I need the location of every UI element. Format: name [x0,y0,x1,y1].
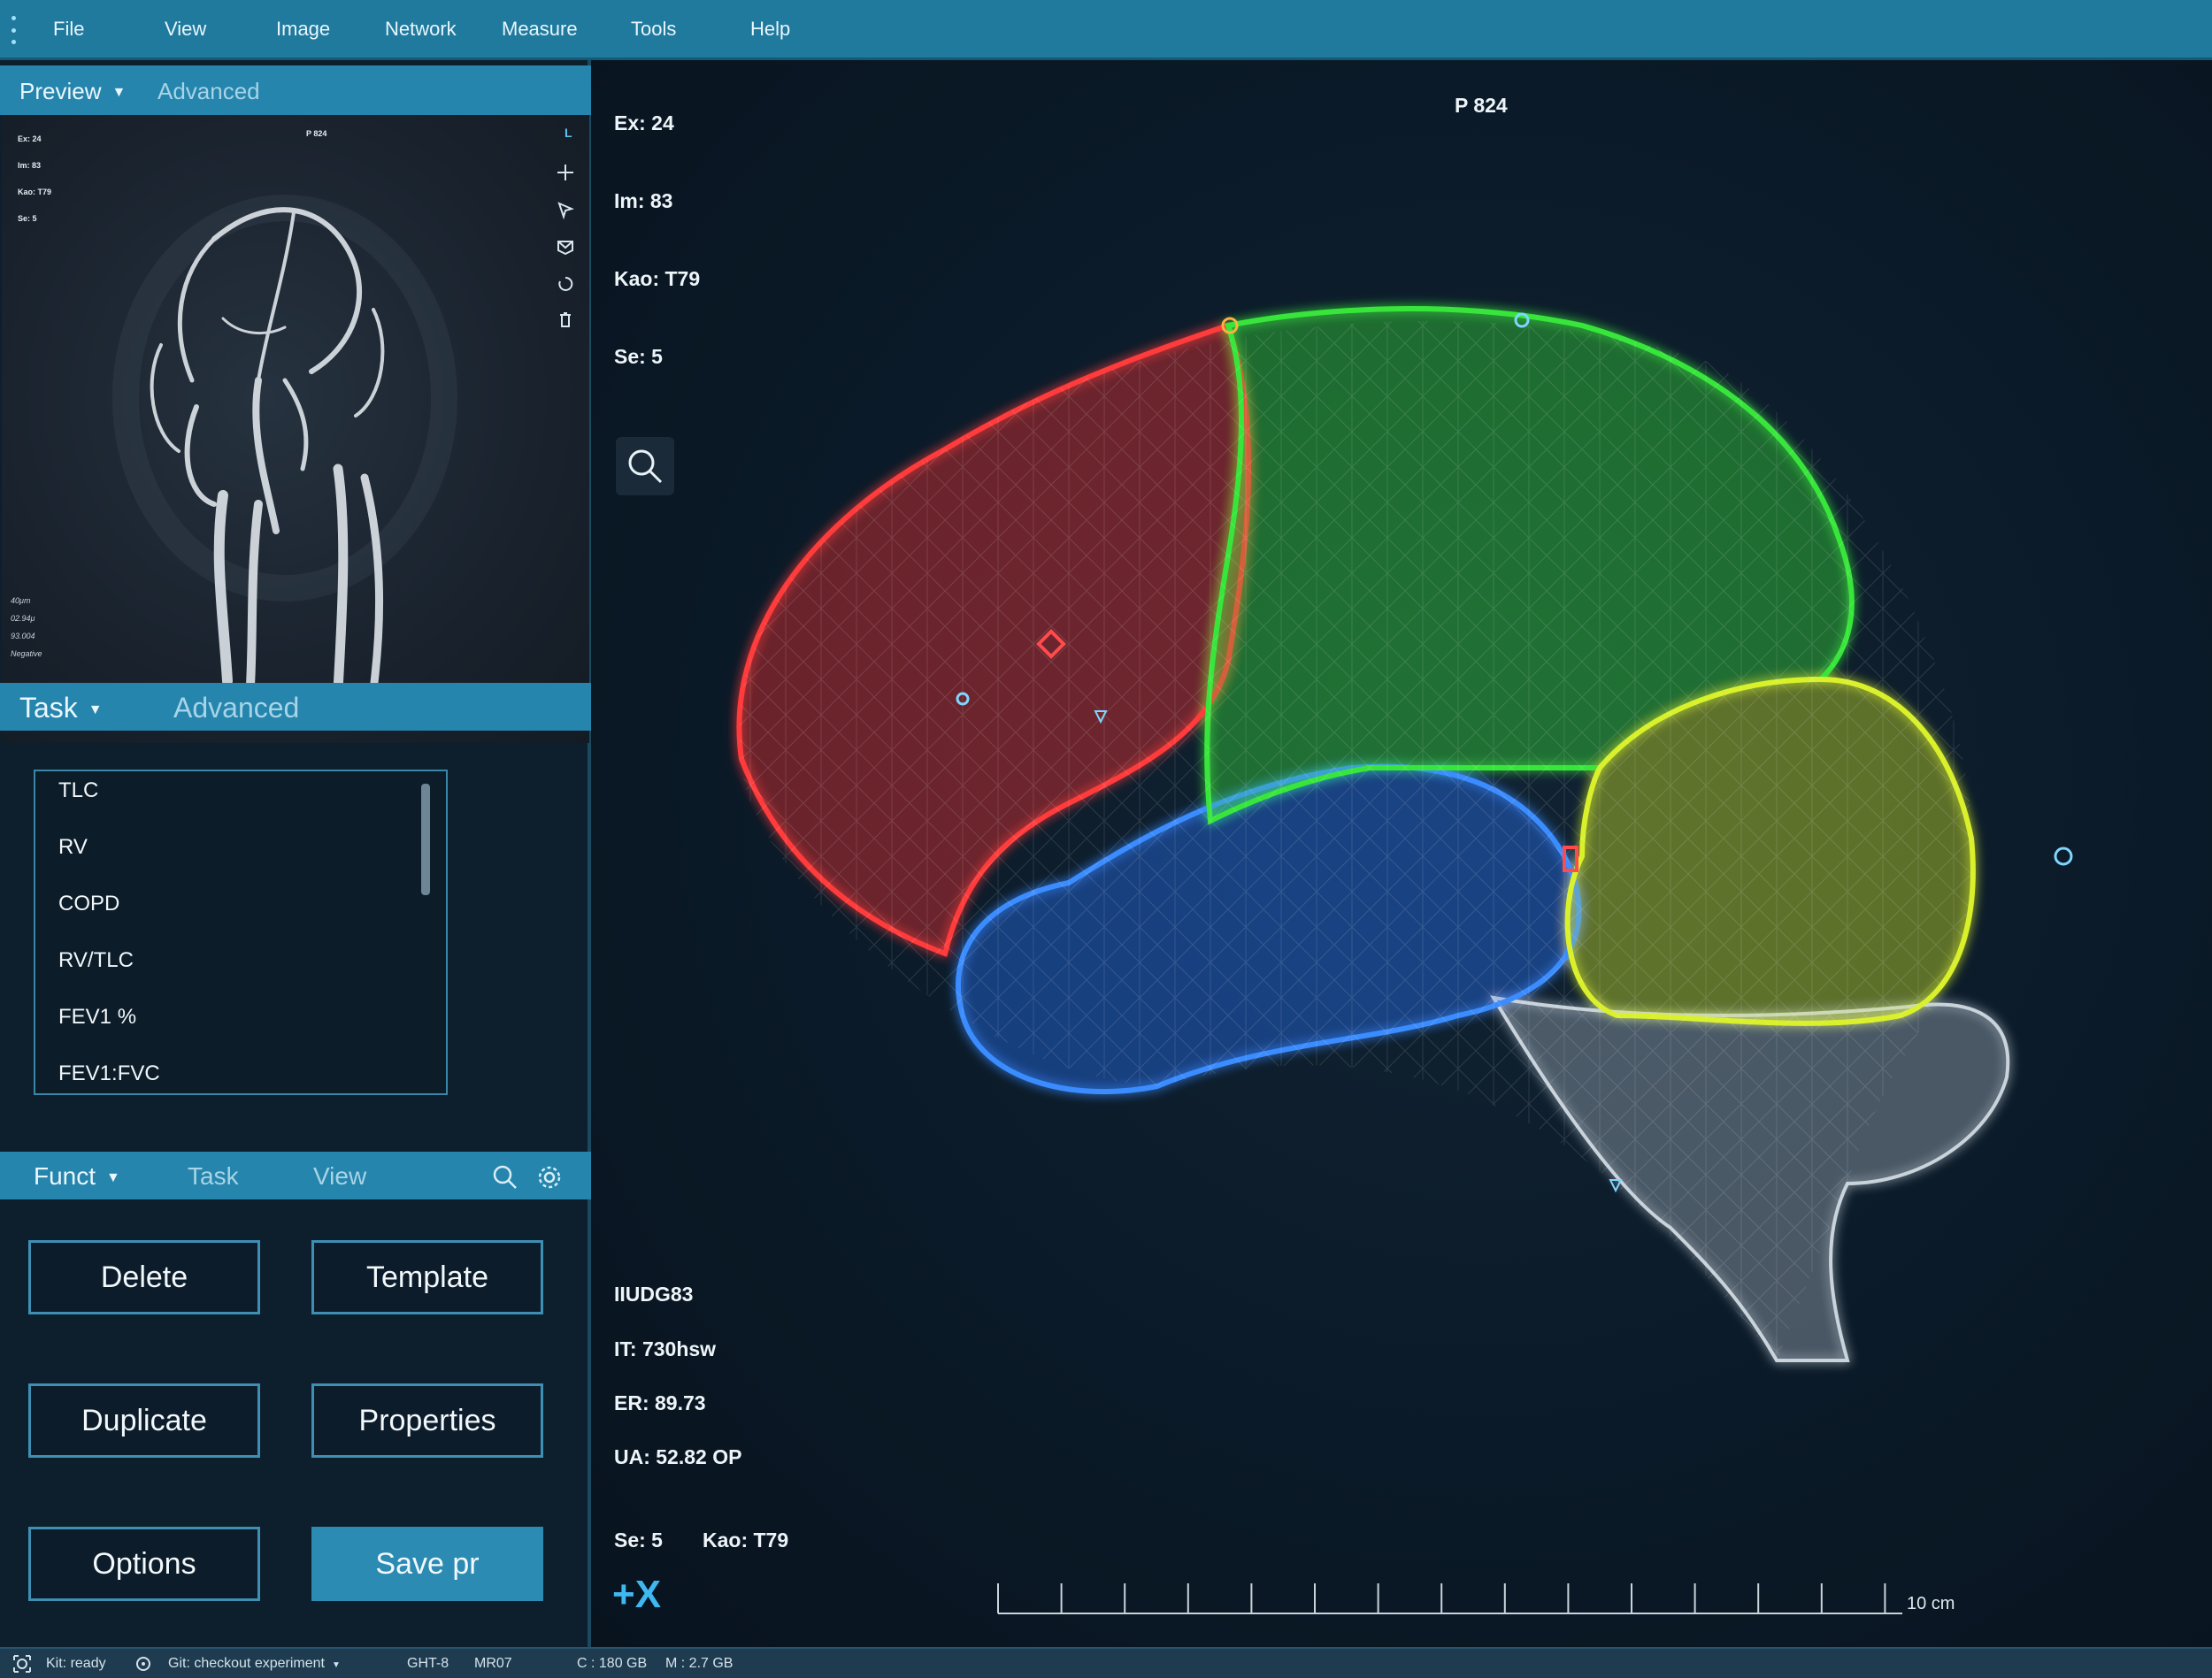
tab-advanced-task[interactable]: Advanced [173,692,299,724]
brain-mesh [739,320,1972,1361]
list-item-copd[interactable]: COPD [58,892,119,916]
task-header: Task ▼ Advanced [0,683,591,731]
chevron-down-icon: ▼ [88,701,103,717]
menu-view[interactable]: View [165,18,206,41]
menu-help[interactable]: Help [750,18,790,41]
memory-status: M : 2.7 GB [665,1656,733,1671]
tab-task-function[interactable]: Task [188,1162,239,1191]
viewport-er: ER: 89.73 [614,1391,706,1414]
viewport-it: IT: 730hsw [614,1337,717,1360]
save-button[interactable]: Save pr [311,1527,543,1601]
tab-task[interactable]: Task ▼ [19,692,103,724]
disk-c-status: C : 180 GB [577,1656,648,1671]
function-header: Funct ▼ Task View [0,1152,591,1199]
rotate-icon[interactable] [552,271,579,297]
preview-stat-2: 02.94μ [11,614,35,623]
list-item-rv-tlc[interactable]: RV/TLC [58,948,134,973]
menu-image[interactable]: Image [276,18,330,41]
template-button[interactable]: Template [311,1240,543,1314]
mr-status: MR07 [474,1656,512,1671]
git-branch-selector[interactable]: Git: checkout experiment ▼ [168,1656,341,1672]
pointer-icon[interactable] [552,196,579,223]
menu-network[interactable]: Network [385,18,457,41]
tab-funct-label: Funct [34,1162,96,1190]
chevron-down-icon: ▼ [111,85,127,101]
scale-ruler [997,1583,1902,1614]
list-item-rv[interactable]: RV [58,835,88,860]
menu-tools[interactable]: Tools [631,18,676,41]
tab-funct[interactable]: Funct ▼ [34,1162,120,1191]
preview-header: Preview ▼ Advanced [0,65,591,115]
search-icon[interactable] [492,1164,518,1195]
viewport-id: IIUDG83 [614,1283,694,1306]
scale-label: 10 cm [1907,1594,1955,1613]
delete-button[interactable]: Delete [28,1240,260,1314]
list-item-fev1-percent[interactable]: FEV1 % [58,1005,136,1030]
viewport-bottom-kao: Kao: T79 [703,1529,789,1552]
task-list[interactable]: TLC RV COPD RV/TLC FEV1 % FEV1:FVC [34,770,448,1095]
gear-icon[interactable] [536,1164,563,1195]
preview-stat-1: 40μm [11,596,31,605]
viewport-bottom-se: Se: 5 [614,1529,663,1552]
tab-preview[interactable]: Preview ▼ [19,78,126,105]
list-item-fev1-fvc[interactable]: FEV1:FVC [58,1061,160,1086]
tab-view[interactable]: View [313,1162,366,1191]
left-panel: Preview ▼ Advanced Ex: 24 Im: 83 Kao: T79… [0,60,591,1647]
task-list-scrollbar[interactable] [421,784,430,895]
kit-status: Kit: ready [46,1656,106,1671]
viewport-ua: UA: 52.82 OP [614,1445,742,1468]
preview-stat-4: Negative [11,649,42,658]
brain-3d-render[interactable] [591,60,2212,1647]
angiogram-illustration [112,195,457,703]
status-bar: Kit: ready Git: checkout experiment ▼ GHT… [0,1647,2212,1678]
git-icon [134,1655,152,1677]
preview-image[interactable]: Ex: 24 Im: 83 Kao: T79 Se: 5 P 824 L 40μ… [2,115,589,743]
plus-icon[interactable] [552,159,579,186]
preview-stat-3: 93.004 [11,632,35,640]
duplicate-button[interactable]: Duplicate [28,1383,260,1458]
chevron-down-icon: ▼ [106,1169,120,1185]
ght-status: GHT-8 [407,1656,449,1671]
tab-advanced-preview[interactable]: Advanced [157,78,260,105]
tab-preview-label: Preview [19,78,102,104]
app-menu-icon[interactable] [11,16,16,44]
tab-task-label: Task [19,692,78,724]
options-button[interactable]: Options [28,1527,260,1601]
trash-icon[interactable] [552,306,579,333]
chevron-down-icon: ▼ [331,1660,341,1670]
kit-status-icon [12,1654,32,1678]
list-item-tlc[interactable]: TLC [58,778,98,803]
menu-bar: File View Image Network Measure Tools He… [0,0,2212,60]
git-branch-label: Git: checkout experiment [168,1656,325,1671]
menu-file[interactable]: File [53,18,84,41]
viewport-marker: +X [612,1573,662,1616]
mask-icon[interactable] [552,234,579,260]
properties-button[interactable]: Properties [311,1383,543,1458]
menu-measure[interactable]: Measure [502,18,578,41]
main-viewport[interactable]: P 824 Ex: 24 Im: 83 Kao: T79 Se: 5 IIUDG… [591,60,2212,1647]
